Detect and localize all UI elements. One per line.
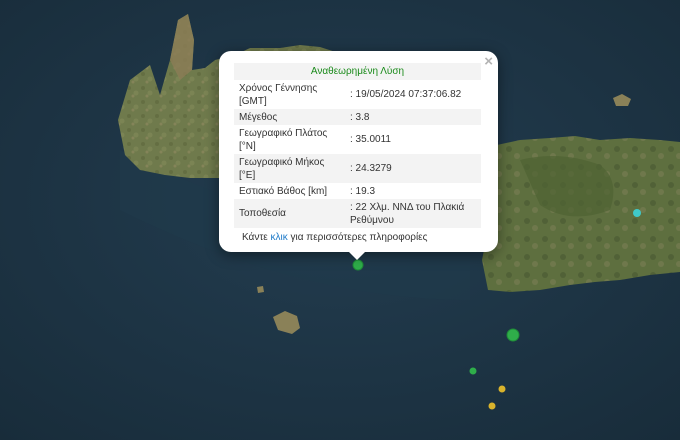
earthquake-marker[interactable] [469, 367, 477, 375]
earthquake-marker[interactable] [488, 402, 496, 410]
earthquake-marker[interactable] [506, 328, 520, 342]
earthquake-details-table: Αναθεωρημένη Λύση Χρόνος Γέννησης [GMT] … [234, 63, 481, 228]
depth-label: Εστιακό Βάθος [km] [234, 183, 345, 199]
location-value: : 22 Χλμ. ΝΝΔ του Πλακιά Ρεθύμνου [345, 199, 481, 228]
longitude-label: Γεωγραφικό Μήκος [°E] [234, 154, 345, 183]
close-popup-button[interactable]: × [484, 54, 493, 69]
epicenter-marker[interactable] [352, 259, 364, 271]
magnitude-value: : 3.8 [345, 109, 481, 125]
origin-time-label: Χρόνος Γέννησης [GMT] [234, 80, 345, 109]
location-label: Τοποθεσία [234, 199, 345, 228]
depth-value: : 19.3 [345, 183, 481, 199]
earthquake-marker[interactable] [633, 209, 641, 217]
gavdopoula-island [257, 286, 264, 293]
footer-text-after: για περισσότερες πληροφορίες [287, 232, 428, 243]
earthquake-info-popup: × Αναθεωρημένη Λύση Χρόνος Γέννησης [GMT… [219, 51, 498, 252]
origin-time-value: : 19/05/2024 07:37:06.82 [345, 80, 481, 109]
popup-pointer [347, 250, 367, 260]
longitude-value: : 24.3279 [345, 154, 481, 183]
magnitude-label: Μέγεθος [234, 109, 345, 125]
earthquake-marker[interactable] [498, 385, 506, 393]
more-info-link[interactable]: κλικ [271, 232, 288, 243]
popup-title: Αναθεωρημένη Λύση [234, 63, 481, 80]
footer-text-before: Κάντε [242, 232, 271, 243]
latitude-value: : 35.0011 [345, 125, 481, 154]
more-info-footer: Κάντε κλικ για περισσότερες πληροφορίες [234, 232, 483, 243]
latitude-label: Γεωγραφικό Πλάτος [°N] [234, 125, 345, 154]
